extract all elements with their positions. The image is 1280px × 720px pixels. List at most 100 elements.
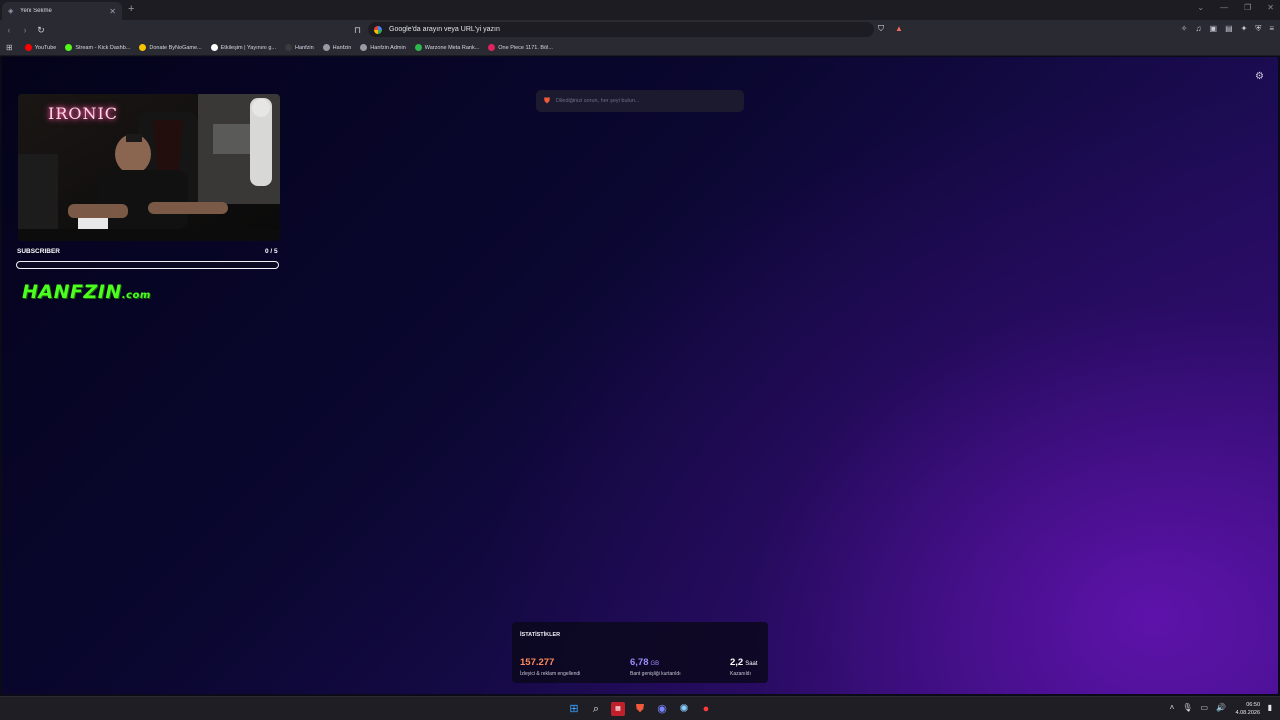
wallet-icon[interactable]: ▤ bbox=[1225, 24, 1233, 34]
tab-new-tab[interactable]: ◈ Yeni Sekme ✕ bbox=[2, 2, 122, 20]
stat-value: 2,2 bbox=[730, 657, 744, 668]
forward-icon[interactable]: › bbox=[18, 25, 32, 35]
chevron-down-icon[interactable]: ⌄ bbox=[1197, 3, 1204, 12]
bookmark-item[interactable]: Hanfzin bbox=[284, 44, 314, 51]
discord-icon[interactable]: ◉ bbox=[655, 702, 669, 716]
stats-widget: İSTATİSTİKLER 157.277 İzleyici & reklam … bbox=[512, 622, 768, 683]
bookmark-favicon-icon bbox=[24, 44, 32, 51]
bookmark-label: Hanfzin bbox=[332, 44, 352, 51]
stat-value: 6,78 bbox=[630, 657, 649, 668]
sidebar-icon[interactable]: ▣ bbox=[1210, 24, 1218, 34]
subscriber-count: 0 / 5 bbox=[265, 248, 278, 255]
bookmark-favicon-icon bbox=[284, 44, 292, 51]
tab-title: Yeni Sekme bbox=[20, 8, 52, 14]
brave-browser-icon[interactable]: ⛊ bbox=[633, 702, 647, 716]
microphone-icon[interactable]: 🎙 bbox=[1182, 703, 1192, 712]
bookmark-label: Donate ByNoGame... bbox=[149, 44, 202, 51]
bookmark-item[interactable]: YouTube bbox=[24, 44, 57, 51]
clock[interactable]: 06:50 4.08.2026 bbox=[1236, 701, 1260, 717]
stats-title: İSTATİSTİKLER bbox=[520, 632, 561, 638]
stat-label: İzleyici & reklam engellendi bbox=[520, 671, 581, 677]
brave-rewards-icon[interactable]: ▲ bbox=[895, 24, 903, 33]
stat-ads-blocked: 157.277 İzleyici & reklam engellendi bbox=[520, 652, 580, 677]
close-tab-icon[interactable]: ✕ bbox=[109, 7, 116, 16]
stream-preview-image: IRONIC bbox=[18, 94, 280, 241]
shield-favicon-icon: ◈ bbox=[8, 7, 14, 15]
windows-start-icon[interactable]: ⊞ bbox=[567, 702, 581, 716]
calendar-app-icon[interactable]: ▦ bbox=[611, 702, 625, 716]
google-icon bbox=[374, 25, 382, 34]
bookmark-page-icon[interactable]: ⊓ bbox=[354, 25, 361, 36]
search-placeholder: Dilediğinizi sorun, her şeyi bulun... bbox=[556, 98, 640, 104]
clock-date: 4.08.2026 bbox=[1235, 710, 1260, 716]
logo-main-text: HANFZIN bbox=[22, 281, 122, 303]
bookmark-item[interactable]: Stream - Kick Dashb... bbox=[65, 44, 130, 51]
bookmark-item[interactable]: Hanfzin Admin bbox=[360, 44, 406, 51]
volume-icon[interactable]: 🔊 bbox=[1216, 703, 1226, 712]
app-icon[interactable]: ✺ bbox=[677, 702, 691, 716]
subscriber-label: SUBSCRIBER bbox=[17, 248, 60, 255]
bookmark-label: Warzone Meta Rank... bbox=[424, 44, 480, 51]
subscriber-progress-bar bbox=[16, 261, 279, 269]
brave-shields-icon[interactable]: ⛉ bbox=[878, 24, 884, 34]
bookmark-label: Hanfzin bbox=[294, 44, 314, 51]
stat-unit: Saat bbox=[745, 661, 758, 667]
new-tab-page: ⚙ ⛊ Dilediğinizi sorun, her şeyi bulun..… bbox=[2, 57, 1278, 694]
minimize-icon[interactable]: — bbox=[1220, 3, 1228, 12]
leo-icon[interactable]: ✧ bbox=[1181, 24, 1188, 34]
bookmark-favicon-icon bbox=[139, 44, 147, 51]
media-icon[interactable]: ♫ bbox=[1196, 24, 1202, 34]
bookmark-item[interactable]: Etkileşim | Yayınını g... bbox=[210, 44, 276, 51]
stat-label: Bant genişliği kurtarıldı bbox=[630, 671, 681, 677]
bookmark-label: Stream - Kick Dashb... bbox=[75, 44, 131, 51]
bookmark-favicon-icon bbox=[414, 44, 422, 51]
bookmark-item[interactable]: Warzone Meta Rank... bbox=[414, 44, 480, 51]
window-controls: ⌄ — ❐ ✕ bbox=[1197, 3, 1274, 12]
reload-icon[interactable]: ↻ bbox=[34, 25, 48, 36]
bookmark-label: YouTube bbox=[34, 44, 57, 51]
bookmark-item[interactable]: Donate ByNoGame... bbox=[139, 44, 202, 51]
close-window-icon[interactable]: ✕ bbox=[1267, 3, 1274, 12]
brave-lion-icon: ⛊ bbox=[544, 96, 550, 105]
bookmark-item[interactable]: Hanfzin bbox=[322, 44, 352, 51]
extensions-icon[interactable]: ✦ bbox=[1241, 24, 1248, 34]
bookmark-favicon-icon bbox=[488, 44, 496, 51]
vpn-icon[interactable]: ⛨ bbox=[1255, 24, 1261, 34]
address-bar[interactable]: Google'da arayın veya URL'yi yazın bbox=[368, 22, 874, 37]
new-tab-button[interactable]: + bbox=[128, 3, 134, 15]
restore-icon[interactable]: ❐ bbox=[1244, 3, 1251, 12]
toolbar-right-icons: ✧ ♫ ▣ ▤ ✦ ⛨ ≡ bbox=[1181, 24, 1274, 34]
network-icon[interactable]: ▭ bbox=[1200, 703, 1208, 712]
address-placeholder: Google'da arayın veya URL'yi yazın bbox=[389, 26, 500, 33]
search-icon[interactable]: ⌕ bbox=[589, 702, 603, 716]
hanfzin-logo[interactable]: HANFZIN.com bbox=[22, 281, 151, 303]
chevron-up-icon[interactable]: ˄ bbox=[1170, 703, 1175, 712]
recording-app-icon[interactable]: ● bbox=[699, 702, 713, 716]
clock-time: 06:50 bbox=[1246, 702, 1260, 708]
stat-time-saved: 2,2 Saat Kazanıldı bbox=[730, 652, 758, 677]
back-icon[interactable]: ‹ bbox=[2, 25, 16, 35]
stat-label: Kazanıldı bbox=[730, 671, 751, 677]
bookmark-label: Etkileşim | Yayınını g... bbox=[220, 44, 276, 51]
stat-bandwidth: 6,78 GB Bant genişliği kurtarıldı bbox=[630, 652, 681, 677]
windows-taskbar: ⊞ ⌕ ▦ ⛊ ◉ ✺ ● ˄ 🎙 ▭ 🔊 06:50 4.08.2026 ▮ bbox=[0, 696, 1280, 720]
neon-sign-text: IRONIC bbox=[48, 104, 119, 123]
notifications-icon[interactable]: ▮ bbox=[1268, 703, 1272, 712]
page-search-input[interactable]: ⛊ Dilediğinizi sorun, her şeyi bulun... bbox=[536, 90, 744, 112]
bookmark-item[interactable]: One Piece 1171. Böl... bbox=[488, 44, 553, 51]
stat-value: 157.277 bbox=[520, 657, 555, 668]
apps-grid-icon[interactable]: ⊞ bbox=[6, 43, 13, 52]
bookmark-favicon-icon bbox=[322, 44, 330, 51]
menu-icon[interactable]: ≡ bbox=[1269, 24, 1274, 34]
bookmark-favicon-icon bbox=[210, 44, 218, 51]
settings-gear-icon[interactable]: ⚙ bbox=[1255, 71, 1264, 82]
bookmarks-bar: ⊞ YouTube Stream - Kick Dashb... Donate … bbox=[0, 40, 1280, 56]
logo-tld-text: .com bbox=[121, 290, 151, 301]
bookmark-favicon-icon bbox=[360, 44, 368, 51]
system-tray: ˄ 🎙 ▭ 🔊 bbox=[1170, 703, 1226, 712]
bookmark-label: One Piece 1171. Böl... bbox=[498, 44, 553, 51]
bookmark-favicon-icon bbox=[65, 44, 73, 51]
bookmark-label: Hanfzin Admin bbox=[370, 44, 406, 51]
stat-unit: GB bbox=[650, 661, 660, 667]
title-bar: ◈ Yeni Sekme ✕ + ⌄ — ❐ ✕ bbox=[0, 0, 1280, 20]
